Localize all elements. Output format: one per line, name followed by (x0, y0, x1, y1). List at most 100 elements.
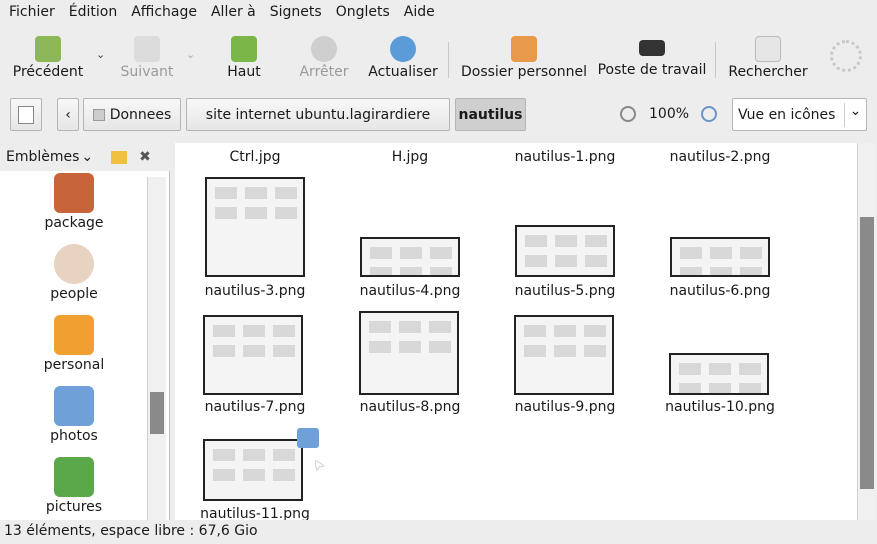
reload-label: Actualiser (368, 64, 438, 80)
forward-arrow-icon (134, 36, 160, 62)
breadcrumb-site[interactable]: site internet ubuntu.lagirardiere (186, 98, 450, 131)
sidebar-header: Emblèmes ⌄ ✖ (0, 143, 170, 171)
main-scrollbar[interactable] (857, 143, 876, 520)
search-label: Rechercher (728, 64, 808, 80)
file-name: Ctrl.jpg (229, 149, 281, 165)
file-item[interactable]: nautilus-6.png (645, 283, 795, 299)
back-label: Précédent (12, 64, 84, 80)
spinner-icon (830, 40, 862, 72)
package-icon (54, 173, 94, 213)
back-button[interactable]: Précédent (8, 30, 88, 86)
file-thumbnail (669, 353, 769, 395)
file-thumbnail (514, 315, 614, 395)
computer-button[interactable]: Poste de travail (597, 30, 707, 86)
file-name: nautilus-7.png (204, 399, 306, 415)
emblem-photos[interactable]: photos (14, 386, 134, 444)
file-item[interactable]: nautilus-7.png (180, 399, 330, 415)
forward-label: Suivant (120, 64, 174, 80)
file-item[interactable]: nautilus-2.png (645, 149, 795, 165)
file-item[interactable]: Ctrl.jpg (180, 149, 330, 165)
file-thumbnail (205, 177, 305, 277)
photos-icon (54, 386, 94, 426)
status-bar: 13 éléments, espace libre : 67,6 Gio (4, 523, 258, 539)
home-icon (511, 36, 537, 62)
scroll-thumb[interactable] (150, 392, 164, 434)
pictures-icon (54, 457, 94, 497)
file-item[interactable]: nautilus-5.png (490, 283, 640, 299)
crumb-label: site internet ubuntu.lagirardiere (205, 106, 431, 123)
file-thumbnail (359, 311, 459, 395)
computer-icon (639, 40, 665, 56)
breadcrumb-nautilus[interactable]: nautilus (455, 98, 526, 131)
file-item[interactable]: H.jpg (335, 149, 485, 165)
menu-affichage[interactable]: Affichage (124, 0, 204, 26)
computer-label: Poste de travail (597, 62, 707, 78)
menu-edition[interactable]: Édition (62, 0, 124, 26)
emblem-pictures[interactable]: pictures (14, 457, 134, 515)
search-icon (755, 36, 781, 62)
file-name: nautilus-8.png (359, 399, 461, 415)
forward-history-chevron-icon[interactable]: ⌄ (186, 48, 195, 61)
chevron-down-icon: ⌄ (844, 103, 866, 127)
file-item[interactable]: nautilus-11.png (180, 506, 330, 520)
file-name: nautilus-4.png (359, 283, 461, 299)
stop-label: Arrêter (299, 64, 349, 80)
reload-button[interactable]: Actualiser (367, 30, 439, 86)
menu-fichier[interactable]: Fichier (2, 0, 62, 26)
file-name: H.jpg (391, 149, 429, 165)
chevron-left-icon: ‹ (65, 106, 71, 123)
file-thumbnail (515, 225, 615, 277)
sidebar-selector[interactable]: Emblèmes (6, 149, 79, 165)
emblem-people[interactable]: people (14, 244, 134, 302)
breadcrumb-donnees[interactable]: Donnees (83, 98, 181, 131)
menu-aller[interactable]: Aller à (204, 0, 263, 26)
emblem-label: pictures (45, 499, 103, 515)
up-arrow-icon (231, 36, 257, 62)
file-item[interactable]: nautilus-9.png (490, 399, 640, 415)
file-name: nautilus-5.png (514, 283, 616, 299)
menu-onglets[interactable]: Onglets (329, 0, 397, 26)
search-button[interactable]: Rechercher (726, 30, 810, 86)
reload-icon (390, 36, 416, 62)
people-icon (54, 244, 94, 284)
toolbar: Précédent ⌄ Suivant ⌄ Haut Arrêter Actua… (0, 30, 877, 86)
emblem-package[interactable]: package (14, 173, 134, 231)
zoom-in-icon[interactable] (701, 106, 717, 122)
icon-view: Ctrl.jpg H.jpg nautilus-1.png nautilus-2.pn… (175, 143, 857, 520)
emblem-label: personal (43, 357, 105, 373)
personal-icon (54, 315, 94, 355)
toggle-location-entry-button[interactable] (10, 98, 42, 131)
drive-icon (92, 108, 105, 121)
crumb-label: Donnees (109, 106, 172, 123)
home-button[interactable]: Dossier personnel (458, 30, 590, 86)
file-name: nautilus-10.png (665, 399, 775, 415)
file-item[interactable]: nautilus-3.png (180, 283, 330, 299)
breadcrumb-left-button[interactable]: ‹ (57, 98, 79, 131)
up-button[interactable]: Haut (220, 30, 268, 86)
edit-icon (18, 105, 34, 124)
sidebar-scrollbar[interactable] (147, 177, 166, 520)
close-icon[interactable]: ✖ (139, 149, 151, 165)
menu-signets[interactable]: Signets (263, 0, 329, 26)
emblem-label: photos (50, 428, 98, 444)
file-item[interactable]: nautilus-8.png (335, 399, 485, 415)
stop-button[interactable]: Arrêter (296, 30, 352, 86)
scroll-thumb[interactable] (860, 217, 874, 489)
menubar: Fichier Édition Affichage Aller à Signet… (0, 0, 877, 26)
chevron-down-icon[interactable]: ⌄ (81, 149, 93, 165)
file-item[interactable]: nautilus-1.png (490, 149, 640, 165)
emblem-notes-icon[interactable] (111, 150, 128, 164)
sidebar: package people personal photos pictures (0, 143, 170, 520)
file-thumbnail (203, 439, 303, 501)
file-item[interactable]: nautilus-10.png (645, 399, 795, 415)
file-name: nautilus-2.png (669, 149, 771, 165)
crumb-label: nautilus (458, 106, 523, 123)
file-name: nautilus-9.png (514, 399, 616, 415)
zoom-out-icon[interactable] (620, 106, 636, 122)
menu-aide[interactable]: Aide (397, 0, 442, 26)
file-item[interactable]: nautilus-4.png (335, 283, 485, 299)
view-select[interactable]: Vue en icônes ⌄ (732, 98, 867, 131)
emblem-personal[interactable]: personal (14, 315, 134, 373)
back-history-chevron-icon[interactable]: ⌄ (96, 48, 105, 61)
forward-button[interactable]: Suivant (114, 30, 180, 86)
